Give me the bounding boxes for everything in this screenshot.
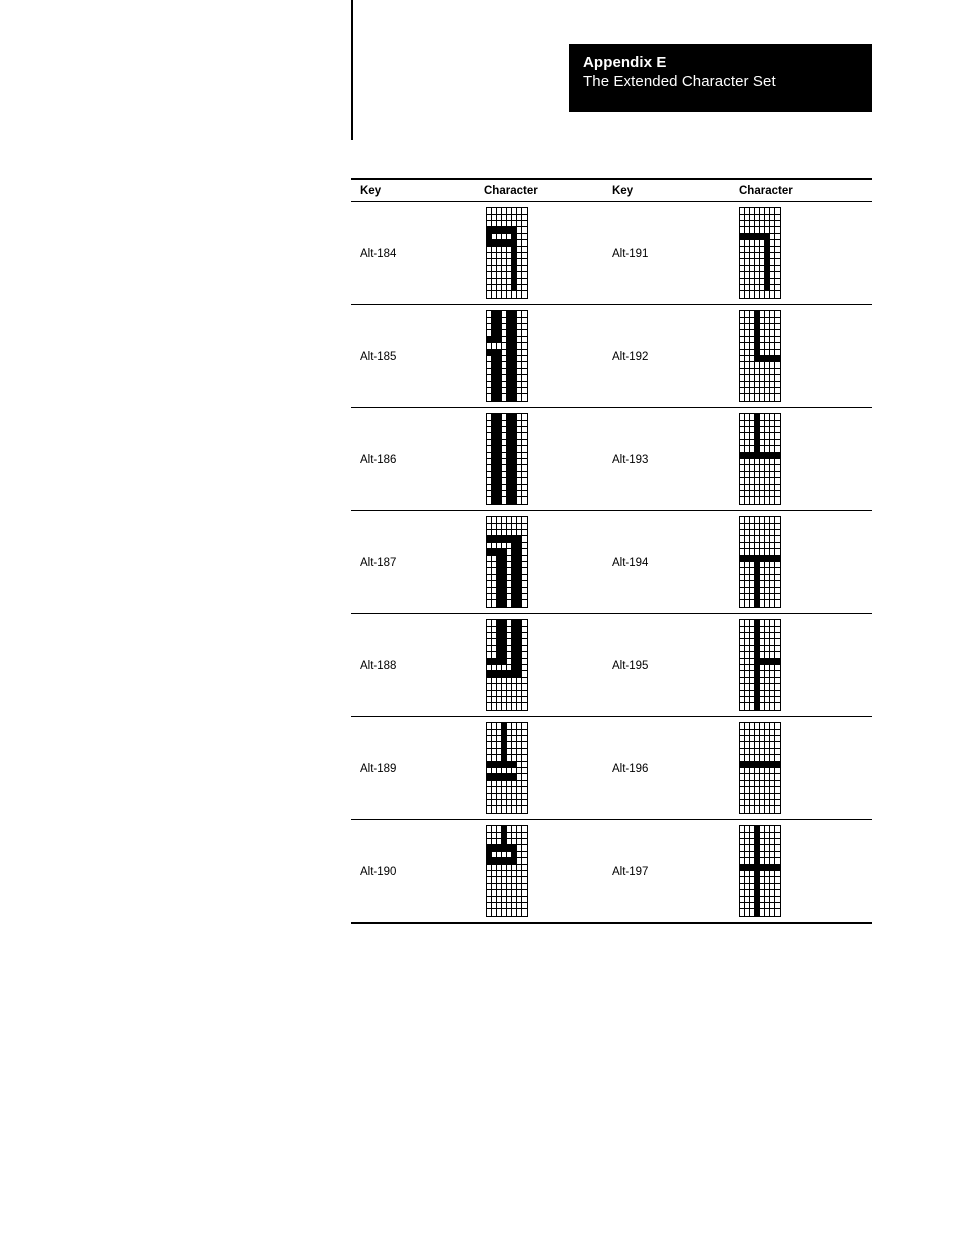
extended-character-table: Key Character Key Character Alt-184 Alt-1… [351,178,872,924]
key-label: Alt-190 [360,866,397,878]
glyph-wrap [484,207,612,299]
box-drawing-up-right-single [739,310,781,402]
key-label: Alt-188 [360,660,397,672]
character-cell [484,310,612,402]
glyph-wrap [484,619,612,711]
key-label: Alt-187 [360,557,397,569]
box-drawing-vertical-double [486,413,528,505]
key-label: Alt-196 [612,763,649,775]
table-row: Alt-187 Alt-194 [351,511,872,613]
key-label: Alt-195 [612,660,649,672]
character-cell [739,825,872,917]
table-header-row: Key Character Key Character [351,180,872,201]
column-header-character-2: Character [739,184,793,197]
glyph-wrap [739,619,872,711]
key-cell: Alt-187 [351,553,484,571]
key-cell: Alt-189 [351,759,484,777]
glyph-wrap [484,722,612,814]
box-drawing-up-horizontal-single [739,413,781,505]
box-drawing-up-double-left-single [486,825,528,917]
glyph-wrap [739,310,872,402]
glyph-wrap [484,825,612,917]
key-label: Alt-194 [612,557,649,569]
box-drawing-down-left-double [486,516,528,608]
key-label: Alt-197 [612,866,649,878]
table-row: Alt-189 Alt-196 [351,717,872,819]
key-cell: Alt-190 [351,862,484,880]
page-margin-rule [351,0,353,140]
key-label: Alt-193 [612,454,649,466]
glyph-wrap [739,722,872,814]
glyph-wrap [739,825,872,917]
table-row: Alt-188 Alt-195 [351,614,872,716]
key-label: Alt-191 [612,248,649,260]
key-cell: Alt-196 [612,759,739,777]
key-label: Alt-189 [360,763,397,775]
glyph-wrap [739,413,872,505]
key-cell: Alt-184 [351,244,484,262]
character-cell [739,722,872,814]
column-header-key-1: Key [360,184,382,197]
key-cell: Alt-191 [612,244,739,262]
key-cell: Alt-193 [612,450,739,468]
key-label: Alt-184 [360,248,397,260]
column-header-key-2: Key [612,184,634,197]
character-cell [739,413,872,505]
table-row: Alt-186 Alt-193 [351,408,872,510]
box-drawing-down-double-left-single [486,207,528,299]
key-cell: Alt-194 [612,553,739,571]
box-drawing-vertical-right-single [739,619,781,711]
table-row: Alt-190 Alt-197 [351,820,872,922]
box-drawing-up-single-left-double [486,722,528,814]
character-cell [484,516,612,608]
character-cell [739,619,872,711]
character-cell [484,825,612,917]
key-label: Alt-185 [360,351,397,363]
character-cell [739,516,872,608]
character-cell [484,207,612,299]
glyph-wrap [484,310,612,402]
character-cell [484,722,612,814]
appendix-banner: Appendix E The Extended Character Set [569,44,872,112]
box-drawing-down-left-single [739,207,781,299]
table-body: Alt-184 Alt-191 Alt-185 Alt-192 Alt-186 Alt-1… [351,202,872,924]
box-drawing-down-horizontal-single [739,516,781,608]
key-cell: Alt-192 [612,347,739,365]
box-drawing-vertical-double-left-double [486,310,528,402]
table-row: Alt-184 Alt-191 [351,202,872,304]
appendix-title: Appendix E [583,54,667,71]
key-label: Alt-192 [612,351,649,363]
box-drawing-up-left-double [486,619,528,711]
character-cell [484,413,612,505]
character-cell [739,207,872,299]
glyph-wrap [739,516,872,608]
key-cell: Alt-195 [612,656,739,674]
key-cell: Alt-197 [612,862,739,880]
box-drawing-horizontal-single [739,722,781,814]
table-row: Alt-185 Alt-192 [351,305,872,407]
appendix-subtitle: The Extended Character Set [583,73,776,90]
character-cell [739,310,872,402]
table-bottom-rule [351,922,872,924]
character-cell [484,619,612,711]
glyph-wrap [739,207,872,299]
box-drawing-cross-single [739,825,781,917]
glyph-wrap [484,413,612,505]
glyph-wrap [484,516,612,608]
key-cell: Alt-185 [351,347,484,365]
key-label: Alt-186 [360,454,397,466]
column-header-character-1: Character [484,184,538,197]
key-cell: Alt-186 [351,450,484,468]
key-cell: Alt-188 [351,656,484,674]
